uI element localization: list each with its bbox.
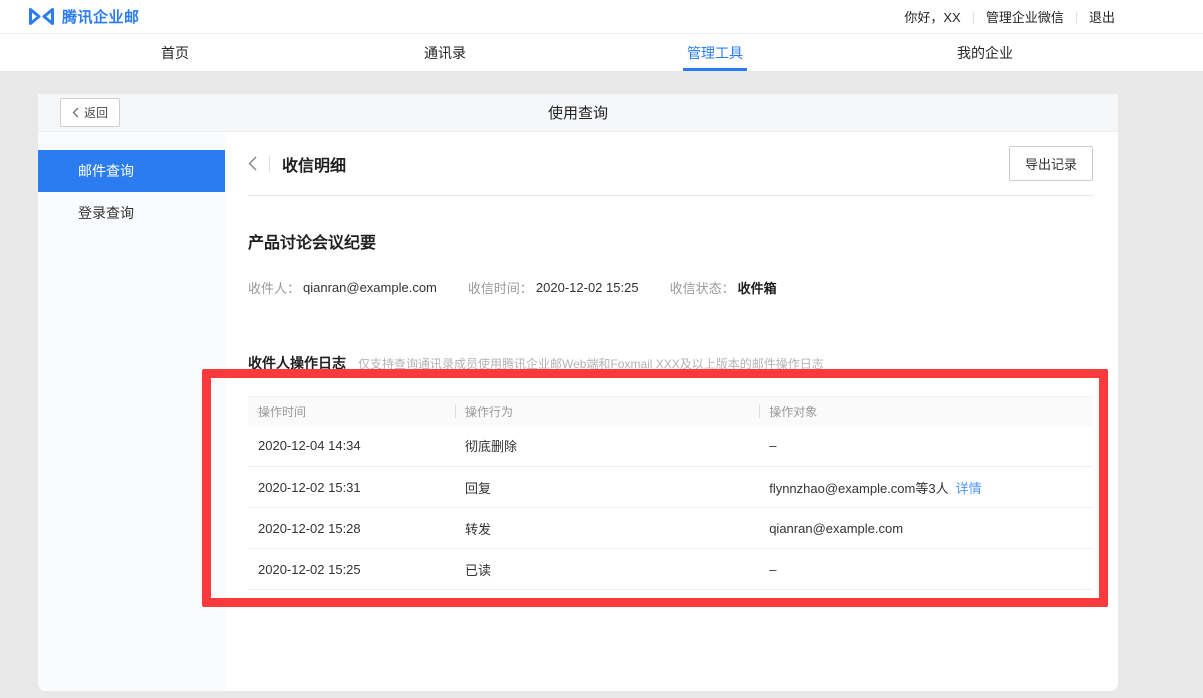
log-table-body: 2020-12-04 14:34彻底删除–2020-12-02 15:31回复f… bbox=[248, 426, 1093, 590]
cell-time: 2020-12-04 14:34 bbox=[248, 426, 455, 467]
main-nav: 首页 通讯录 管理工具 我的企业 bbox=[0, 34, 1203, 72]
cell-action: 彻底删除 bbox=[455, 426, 759, 467]
back-label: 返回 bbox=[84, 104, 108, 121]
user-greeting: 你好，XX bbox=[904, 7, 960, 26]
tab-contacts[interactable]: 通讯录 bbox=[310, 34, 580, 71]
column-header-target: 操作对象 bbox=[759, 397, 1093, 426]
column-header-action: 操作行为 bbox=[455, 397, 759, 426]
main-card: 返回 使用查询 邮件查询 登录查询 收信明细 导出记录 产品讨论会议纪要 bbox=[38, 94, 1118, 691]
sidebar: 邮件查询 登录查询 bbox=[38, 132, 225, 691]
table-row: 2020-12-04 14:34彻底删除– bbox=[248, 426, 1093, 467]
receive-status-label: 收信状态： bbox=[670, 278, 735, 297]
cell-time: 2020-12-02 15:25 bbox=[248, 549, 455, 590]
recipient-group: 收件人： qianran@example.com bbox=[248, 278, 437, 297]
detail-link[interactable]: 详情 bbox=[956, 481, 982, 496]
receive-time-value: 2020-12-02 15:25 bbox=[536, 280, 639, 295]
back-chevron-icon[interactable] bbox=[248, 156, 257, 171]
manage-wecom-link[interactable]: 管理企业微信 bbox=[986, 7, 1064, 26]
chevron-left-icon bbox=[72, 107, 79, 118]
table-head: 操作时间 操作行为 操作对象 bbox=[248, 397, 1093, 426]
back-button[interactable]: 返回 bbox=[60, 98, 120, 127]
mail-meta: 收件人： qianran@example.com 收信时间： 2020-12-0… bbox=[248, 278, 1093, 297]
export-records-button[interactable]: 导出记录 bbox=[1009, 146, 1093, 181]
tab-admin-tools[interactable]: 管理工具 bbox=[580, 34, 850, 71]
brand-name: 腾讯企业邮 bbox=[62, 6, 140, 27]
content-title: 收信明细 bbox=[282, 152, 346, 176]
cell-action: 已读 bbox=[455, 549, 759, 590]
cell-time: 2020-12-02 15:28 bbox=[248, 508, 455, 549]
column-header-time: 操作时间 bbox=[248, 397, 455, 426]
sidebar-item-mail-query[interactable]: 邮件查询 bbox=[38, 150, 225, 192]
receive-status-value: 收件箱 bbox=[738, 278, 777, 297]
card-header: 返回 使用查询 bbox=[38, 94, 1118, 132]
table-row: 2020-12-02 15:28转发qianran@example.com bbox=[248, 508, 1093, 549]
cell-action: 回复 bbox=[455, 467, 759, 508]
receive-time-label: 收信时间： bbox=[468, 278, 533, 297]
cell-target: – bbox=[759, 426, 1093, 467]
table-row: 2020-12-02 15:31回复flynnzhao@example.com等… bbox=[248, 467, 1093, 508]
logout-link[interactable]: 退出 bbox=[1089, 7, 1115, 26]
divider: | bbox=[972, 10, 975, 24]
content-header: 收信明细 导出记录 bbox=[248, 132, 1093, 196]
divider: | bbox=[1075, 10, 1078, 24]
sidebar-item-login-query[interactable]: 登录查询 bbox=[38, 192, 225, 234]
log-hint: 仅支持查询通讯录成员使用腾讯企业邮Web端和Foxmail XXX及以上版本的邮… bbox=[358, 355, 824, 372]
cell-target: flynnzhao@example.com等3人详情 bbox=[759, 467, 1093, 508]
brand[interactable]: 腾讯企业邮 bbox=[28, 6, 140, 27]
receive-status-group: 收信状态： 收件箱 bbox=[670, 278, 777, 297]
exmail-logo-icon bbox=[28, 7, 55, 26]
recipient-value: qianran@example.com bbox=[303, 280, 437, 295]
card-body: 邮件查询 登录查询 收信明细 导出记录 产品讨论会议纪要 收件人： qianra… bbox=[38, 132, 1118, 691]
page-title: 使用查询 bbox=[548, 102, 608, 123]
operation-log-table: 操作时间 操作行为 操作对象 2020-12-04 14:34彻底删除–2020… bbox=[248, 396, 1093, 590]
tab-home[interactable]: 首页 bbox=[40, 34, 310, 71]
cell-time: 2020-12-02 15:31 bbox=[248, 467, 455, 508]
content: 收信明细 导出记录 产品讨论会议纪要 收件人： qianran@example.… bbox=[225, 132, 1118, 691]
table-row: 2020-12-02 15:25已读– bbox=[248, 549, 1093, 590]
recipient-label: 收件人： bbox=[248, 278, 300, 297]
topbar: 腾讯企业邮 你好，XX | 管理企业微信 | 退出 bbox=[0, 0, 1203, 34]
cell-target: – bbox=[759, 549, 1093, 590]
cell-target: qianran@example.com bbox=[759, 508, 1093, 549]
topbar-right: 你好，XX | 管理企业微信 | 退出 bbox=[904, 7, 1115, 26]
divider bbox=[269, 156, 270, 172]
receive-time-group: 收信时间： 2020-12-02 15:25 bbox=[468, 278, 639, 297]
cell-action: 转发 bbox=[455, 508, 759, 549]
log-header: 收件人操作日志 仅支持查询通讯录成员使用腾讯企业邮Web端和Foxmail XX… bbox=[248, 353, 1093, 373]
tab-my-company[interactable]: 我的企业 bbox=[850, 34, 1120, 71]
mail-subject: 产品讨论会议纪要 bbox=[248, 229, 1093, 253]
log-title: 收件人操作日志 bbox=[248, 353, 346, 373]
